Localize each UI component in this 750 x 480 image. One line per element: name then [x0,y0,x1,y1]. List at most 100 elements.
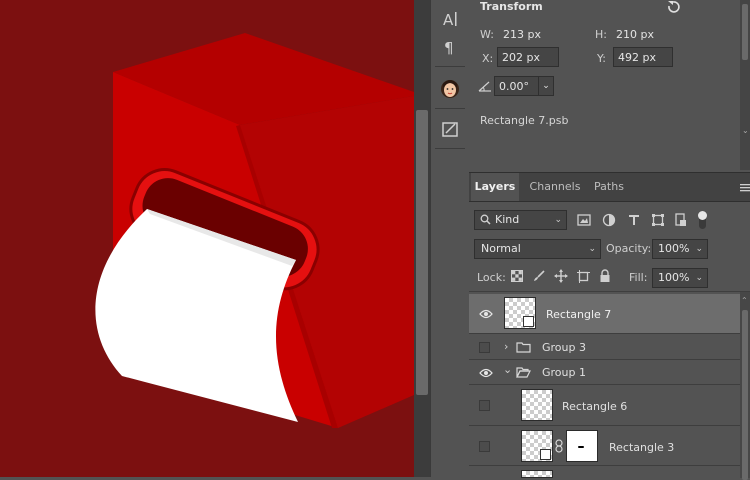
shape-icon [652,214,664,226]
folder-icon [516,342,531,353]
character-panel-icon[interactable]: A [436,6,464,32]
linked-file-name: Rectangle 7.psb [480,114,569,127]
paragraph-icon: ¶ [444,39,454,56]
chevron-down-icon: ⌄ [695,273,703,283]
layers-panel: Layers Channels Paths Kind ⌄ Normal ⌄ Op… [469,172,750,480]
fill-value: 100% [658,271,690,284]
opacity-value: 100% [658,242,690,255]
x-position-field[interactable]: 202 px [497,47,559,67]
lock-transparent-pixels-button[interactable] [511,270,523,282]
shape-badge-icon [540,449,551,460]
scrollbar-thumb[interactable] [742,310,748,480]
properties-panel: Transform W: 213 px H: 210 px X: 202 px … [469,0,750,172]
layer-thumbnail [504,297,536,329]
adjustment-circle-icon [602,213,616,227]
layer-name[interactable]: Rectangle 7 [546,308,611,321]
height-label: H: [595,28,607,41]
properties-scrollbar[interactable]: ⌄ [740,0,750,170]
search-icon [480,214,491,225]
y-position-field[interactable]: 492 px [613,47,673,67]
layer-mask-thumbnail[interactable] [566,430,598,462]
x-label: X: [482,52,494,65]
visibility-toggle[interactable] [479,441,490,452]
visibility-toggle[interactable] [479,400,490,411]
chevron-down-icon: ⌄ [554,215,562,225]
lock-position-button[interactable] [554,269,568,283]
layer-name[interactable]: Rectangle 6 [562,400,627,413]
filter-pixel-layers-button[interactable] [577,213,591,227]
blend-mode-select[interactable]: Normal ⌄ [474,239,601,259]
filter-adjustment-layers-button[interactable] [602,213,616,227]
lock-all-button[interactable] [599,269,611,283]
character-icon: A [443,11,457,28]
chevron-right-icon[interactable]: › [504,340,508,353]
layer-row-group-1[interactable]: ⌄ Group 1 [469,360,740,385]
checker-icon [511,270,523,282]
link-chain-icon[interactable] [555,439,563,453]
layer-row-partial[interactable] [469,466,740,478]
paragraph-panel-icon[interactable]: ¶ [436,34,464,60]
lock-label: Lock: [477,271,506,284]
tab-channels[interactable]: Channels [525,173,585,201]
panel-menu-icon[interactable] [740,182,750,192]
layer-row-group-3[interactable]: › Group 3 [469,335,740,360]
smart-object-badge-icon [523,316,534,327]
scroll-up-icon[interactable]: ⌃ [741,296,748,305]
angle-dropdown-chevron-icon[interactable]: ⌄ [538,77,553,95]
document-canvas[interactable] [0,0,414,477]
fill-label: Fill: [629,271,648,284]
tab-layers[interactable]: Layers [471,173,519,201]
layer-name[interactable]: Group 1 [542,366,586,379]
layer-name[interactable]: Rectangle 3 [609,441,674,454]
avatar-panel-icon[interactable] [436,76,464,102]
filter-kind-select[interactable]: Kind ⌄ [474,210,567,230]
y-label: Y: [597,52,606,65]
opacity-field[interactable]: 100% ⌄ [652,239,708,259]
filter-type-layers-button[interactable] [627,213,641,227]
properties-panel-icon[interactable] [436,116,464,142]
layer-row-rectangle-6[interactable]: Rectangle 6 [469,385,740,426]
chevron-down-icon[interactable]: ⌄ [503,363,512,376]
image-icon [577,214,591,226]
filter-smart-object-button[interactable] [674,213,688,227]
artboard-icon [577,270,590,283]
brush-icon [534,270,545,281]
svg-text:¶: ¶ [444,39,454,56]
angle-icon [478,80,492,92]
layer-row-rectangle-7[interactable]: Rectangle 7 [469,294,740,334]
layers-scrollbar[interactable]: ⌃ [740,292,750,480]
layer-name[interactable]: Group 3 [542,341,586,354]
fill-field[interactable]: 100% ⌄ [652,268,708,288]
blend-mode-value: Normal [481,242,521,255]
angle-value: 0.00° [499,80,529,93]
reset-transform-button[interactable] [665,0,681,14]
avatar-icon [441,80,459,98]
panel-tabs: Layers Channels Paths [469,173,750,202]
move-icon [554,269,568,283]
eye-icon[interactable] [479,309,493,319]
width-value[interactable]: 213 px [503,28,541,41]
reset-icon [668,1,680,13]
width-label: W: [480,28,494,41]
layer-row-rectangle-3[interactable]: Rectangle 3 [469,426,740,466]
tab-paths[interactable]: Paths [589,173,629,201]
filter-kind-value: Kind [495,213,520,226]
filter-shape-layers-button[interactable] [651,213,665,227]
canvas-artwork [95,33,414,428]
visibility-toggle[interactable] [479,342,490,353]
opacity-label: Opacity: [606,242,652,255]
open-folder-icon [516,367,531,378]
chevron-down-icon: ⌄ [588,244,596,254]
lock-image-pixels-button[interactable] [533,270,545,282]
transform-section-title: Transform [480,0,543,13]
eye-icon[interactable] [479,368,493,378]
scrollbar-thumb[interactable] [416,110,428,395]
chevron-down-icon: ⌄ [695,244,703,254]
filter-toggle[interactable] [697,210,707,230]
layer-thumbnail [521,430,553,462]
angle-field[interactable]: 0.00° ⌄ [494,76,554,96]
lock-artboard-button[interactable] [577,270,590,283]
properties-icon [442,122,458,137]
height-value[interactable]: 210 px [616,28,654,41]
canvas-vertical-scrollbar[interactable] [414,0,430,477]
